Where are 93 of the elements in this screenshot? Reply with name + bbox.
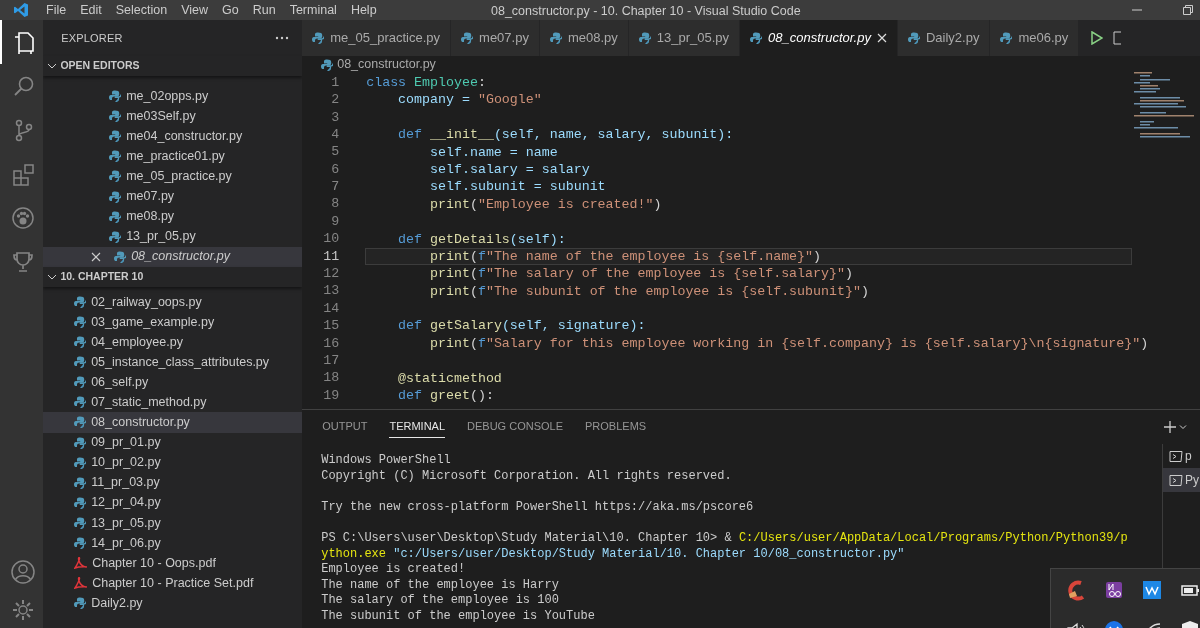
editor-tab[interactable]: me_05_practice.py	[302, 20, 452, 56]
terminal-line: ython.exe "c:/Users/user/Desktop/Study Material/10. Chapter 10/08_constructor.py"	[321, 546, 905, 563]
terminal-line: The name of the employee is Harry	[321, 577, 559, 594]
explorer-entry[interactable]: 07_static_method.py	[43, 392, 303, 413]
explorer-entry[interactable]: 06_self.py	[43, 372, 303, 393]
terminal-line: The subunit of the employee is YouTube	[321, 608, 595, 625]
menu-item[interactable]: Go	[215, 0, 246, 20]
code-line: self.salary = salary	[429, 160, 591, 179]
line-number: 5	[330, 143, 341, 162]
explorer-entry[interactable]: 05_instance_class_attributes.py	[43, 352, 303, 373]
section-header[interactable]: 10. CHAPTER 10	[43, 266, 303, 287]
editor-tab[interactable]: me08.py	[539, 20, 629, 56]
breadcrumb[interactable]: 08_constructor.py	[337, 55, 436, 74]
explorer-entry[interactable]: 08_constructor.py	[43, 246, 303, 267]
panel-tab[interactable]: PROBLEMS	[585, 416, 647, 438]
explorer-entry[interactable]: me08.py	[43, 206, 303, 227]
line-number: 1	[330, 73, 341, 92]
line-number: 16	[322, 334, 341, 353]
line-number: 12	[322, 265, 341, 284]
explorer-entry[interactable]: 09_pr_01.py	[43, 432, 303, 453]
window-title: 08_constructor.py - 10. Chapter 10 - Visual Studio Code	[491, 3, 801, 20]
line-number: 15	[322, 317, 341, 336]
panel-tab[interactable]: TERMINAL	[389, 416, 446, 438]
code-line: company = "Google"	[397, 91, 543, 109]
line-number: 17	[322, 352, 341, 370]
explorer-entry[interactable]: 12_pr_04.py	[43, 492, 303, 513]
menu-item[interactable]: Edit	[73, 0, 109, 20]
line-number: 8	[330, 195, 341, 214]
terminal-line: Copyright (C) Microsoft Corporation. All rights reserved.	[321, 468, 732, 485]
explorer-entry[interactable]: 03_game_example.py	[43, 311, 303, 333]
line-number: 13	[322, 282, 341, 301]
code-line: def greet():	[397, 387, 495, 405]
terminal-line: Try the new cross-platform PowerShell https://aka.ms/pscore6	[321, 499, 754, 516]
shell-session-item[interactable]: p	[1163, 444, 1200, 468]
editor-tab[interactable]: 13_pr_05.py	[628, 20, 741, 56]
explorer-entry[interactable]: 10_pr_02.py	[43, 452, 303, 473]
panel-tab[interactable]: OUTPUT	[322, 416, 368, 438]
line-number: 10	[322, 230, 341, 249]
line-number: 7	[330, 178, 341, 197]
explorer-entry[interactable]: 13_pr_05.py	[43, 512, 303, 533]
terminal-line: Windows PowerShell	[321, 453, 451, 469]
code-line: def getDetails(self):	[397, 230, 567, 248]
editor-tab[interactable]: me07.py	[451, 20, 540, 56]
code-line: self.name = name	[429, 143, 559, 161]
code-line: print(f"Salary for this employee working in {self.company} is {self.salary}\n{signature}")	[429, 334, 1150, 353]
line-number: 9	[330, 212, 341, 231]
menu-item[interactable]: View	[174, 0, 215, 20]
explorer-entry[interactable]: 04_employee.py	[43, 332, 303, 353]
section-header[interactable]: OPEN EDITORS	[43, 56, 303, 76]
terminal-line: PS C:\Users\user\Desktop\Study Material\10. Chapter 10> & C:/Users/user/AppData/Local/Programs/Python/Python39/p	[321, 530, 1128, 547]
explorer-entry[interactable]: Daily2.py	[43, 593, 303, 614]
code-line: class Employee:	[365, 74, 487, 92]
code-line: print(f"The salary of the employee is {self.salary}")	[429, 265, 854, 283]
shell-session-item[interactable]: Py	[1163, 468, 1200, 492]
menu-item[interactable]: Help	[343, 0, 384, 20]
explorer-entry[interactable]: me_02opps.py	[43, 86, 303, 107]
code-line: print(f"The subunit of the employee is {self.subunit}")	[429, 282, 870, 301]
terminal-line: Employee is created!	[321, 562, 466, 578]
line-number: 18	[322, 369, 341, 388]
line-number: 3	[330, 108, 341, 127]
menu-item[interactable]: Selection	[108, 0, 175, 20]
terminal-line: The salary of the employee is 100	[321, 593, 559, 609]
line-number: 14	[322, 299, 341, 318]
code-line: def getSalary(self, signature):	[397, 317, 647, 335]
explorer-entry[interactable]: Chapter 10 - Practice Set.pdf	[43, 573, 303, 594]
line-number: 2	[330, 91, 341, 110]
explorer-entry[interactable]: 08_constructor.py	[43, 412, 303, 433]
editor-tab[interactable]: me06.py	[990, 20, 1080, 56]
explorer-entry[interactable]: me04_constructor.py	[43, 126, 303, 147]
explorer-entry[interactable]: 14_pr_06.py	[43, 532, 303, 554]
explorer-entry[interactable]: 11_pr_03.py	[43, 472, 303, 493]
line-number: 6	[330, 160, 341, 179]
menu-item[interactable]: Run	[245, 0, 283, 20]
explorer-entry[interactable]: me_05_practice.py	[43, 166, 303, 187]
line-number: 4	[330, 125, 341, 144]
panel-tab[interactable]: DEBUG CONSOLE	[467, 416, 564, 438]
code-line: print("Employee is created!")	[429, 195, 663, 214]
explorer-entry[interactable]: me03Self.py	[43, 106, 303, 127]
code-line: @staticmethod	[397, 369, 503, 388]
editor-tab[interactable]: Daily2.py	[897, 20, 991, 56]
explorer-entry[interactable]: 13_pr_05.py	[43, 226, 303, 247]
explorer-entry[interactable]: 02_railway_oops.py	[43, 291, 303, 312]
explorer-entry[interactable]: me_practice01.py	[43, 146, 303, 167]
code-line: self.subunit = subunit	[429, 178, 607, 196]
explorer-entry[interactable]: Chapter 10 - Oops.pdf	[43, 553, 303, 574]
menu-item[interactable]: File	[39, 0, 74, 20]
code-line: def __init__(self, name, salary, subunit):	[397, 126, 735, 144]
editor-tab[interactable]: 08_constructor.py	[740, 20, 898, 56]
line-number: 11	[322, 247, 341, 266]
menu-item[interactable]: Terminal	[282, 0, 344, 20]
explorer-entry[interactable]: me07.py	[43, 186, 303, 207]
line-number: 19	[322, 386, 341, 405]
sidebar-title: EXPLORER	[61, 30, 123, 46]
